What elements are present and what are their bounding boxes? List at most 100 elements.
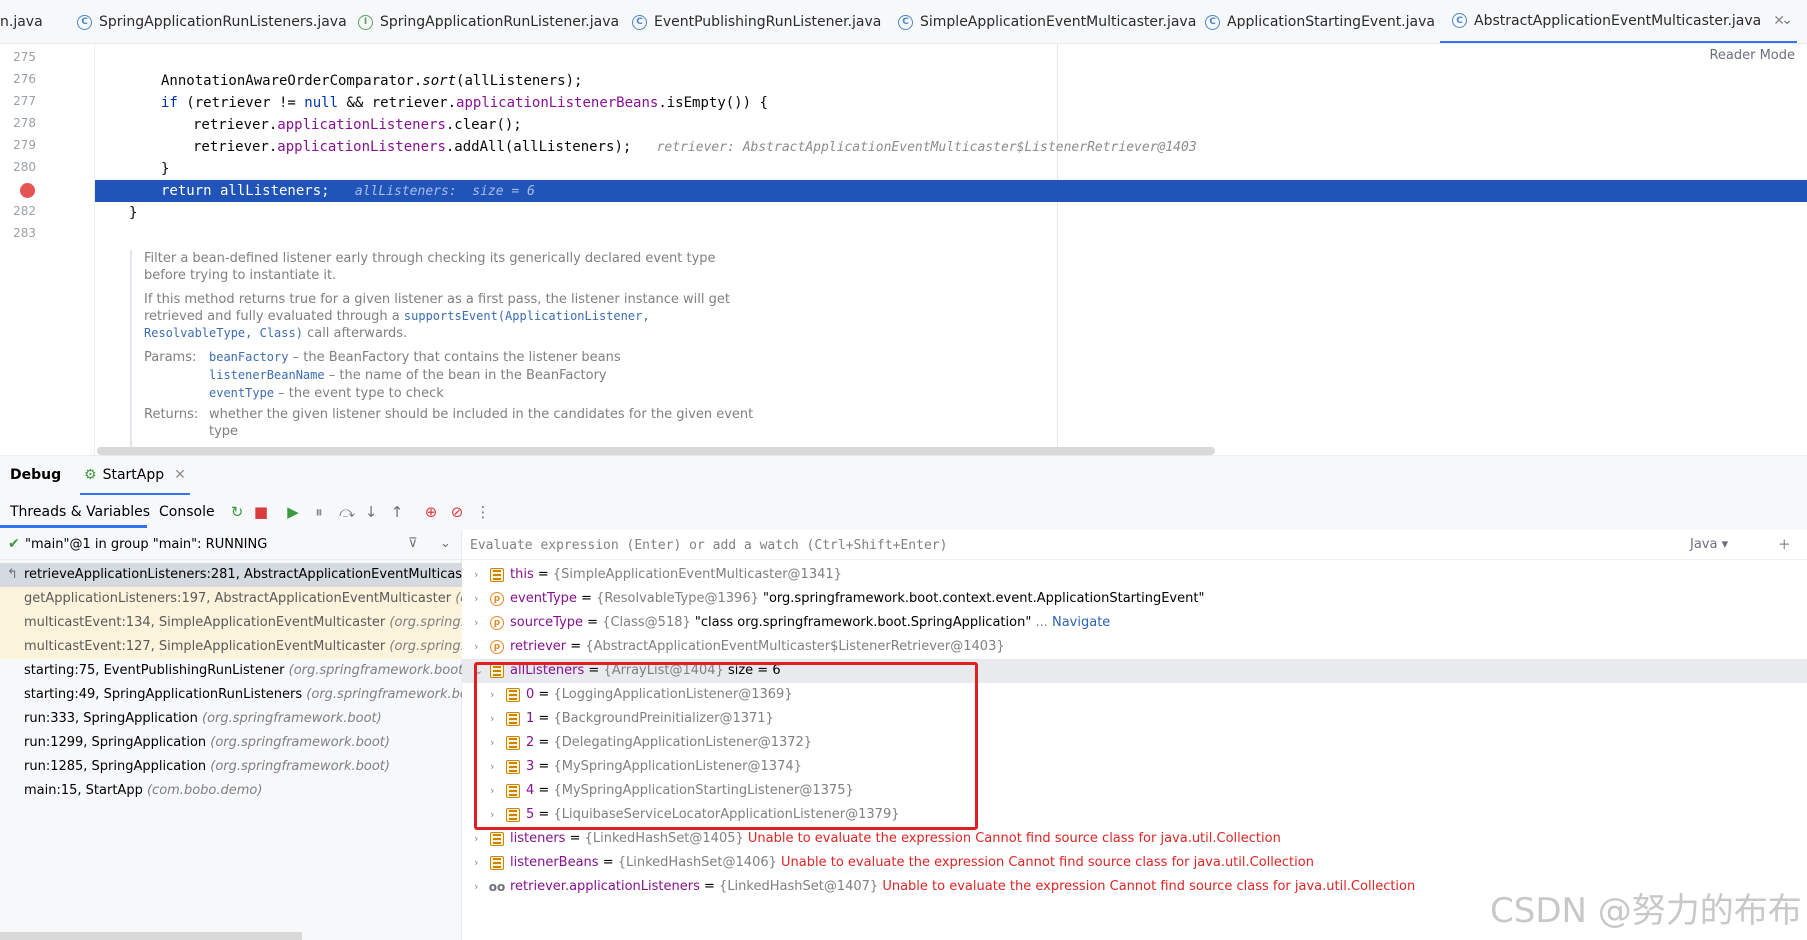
variable-row[interactable]: › 5 = {LiquibaseServiceLocatorApplication… xyxy=(462,803,1807,827)
variable-row[interactable]: › listeners = {LinkedHashSet@1405} Unable… xyxy=(462,827,1807,851)
parameter-icon: p xyxy=(490,616,504,630)
tab-simple-application-event-multicaster[interactable]: C SimpleApplicationEventMulticaster.java xyxy=(898,0,1196,43)
chevron-right-icon[interactable]: › xyxy=(490,755,494,779)
variable-row[interactable]: › 1 = {BackgroundPreinitializer@1371} xyxy=(462,707,1807,731)
chevron-right-icon[interactable]: › xyxy=(490,803,494,827)
thread-selector[interactable]: ✔ "main"@1 in group "main": RUNNING ⊽ ⌄ xyxy=(0,530,462,560)
reader-mode-button[interactable]: Reader Mode xyxy=(1709,48,1795,63)
variable-ref: {LinkedHashSet@1407} xyxy=(719,879,879,894)
frame-package: (org xyxy=(455,591,462,606)
filter-icon[interactable]: ⊽ xyxy=(408,536,418,551)
breakpoint-icon[interactable] xyxy=(20,183,35,198)
step-over-icon[interactable]: ⤼ xyxy=(338,503,356,521)
stop-icon[interactable]: ■ xyxy=(252,503,270,521)
stack-frame[interactable]: starting:75, EventPublishingRunListener … xyxy=(0,659,462,683)
variable-row[interactable]: › this = {SimpleApplicationEventMulticast… xyxy=(462,563,1807,587)
tab-event-publishing-run-listener[interactable]: C EventPublishingRunListener.java xyxy=(632,0,881,43)
stack-frame[interactable]: multicastEvent:127, SimpleApplicationEve… xyxy=(0,635,462,659)
variable-value: size = 6 xyxy=(723,663,781,678)
chevron-right-icon[interactable]: › xyxy=(474,563,478,587)
variable-ref: {DelegatingApplicationListener@1372} xyxy=(553,735,813,750)
more-options-icon[interactable]: ⋮ xyxy=(474,503,492,521)
chevron-down-icon[interactable]: ⌄ xyxy=(440,536,451,551)
stack-frame[interactable]: run:1285, SpringApplication (org.springf… xyxy=(0,755,462,779)
code-line-279: retriever.applicationListeners.addAll(al… xyxy=(193,136,1197,158)
doc-paragraph: Filter a bean-defined listener early thr… xyxy=(144,251,716,283)
resume-icon[interactable]: ▶ xyxy=(284,503,302,521)
horizontal-scrollbar[interactable] xyxy=(97,447,1215,455)
class-icon: C xyxy=(77,14,92,30)
chevron-right-icon[interactable]: › xyxy=(474,827,478,851)
view-breakpoints-icon[interactable]: ⊕ xyxy=(422,503,440,521)
code-token: applicationListeners xyxy=(277,117,446,133)
variable-row[interactable]: › 0 = {LoggingApplicationListener@1369} xyxy=(462,683,1807,707)
stack-frame[interactable]: starting:49, SpringApplicationRunListene… xyxy=(0,683,462,707)
step-into-icon[interactable]: ↓ xyxy=(362,503,380,521)
chevron-right-icon[interactable]: › xyxy=(490,779,494,803)
evaluate-expression-input[interactable] xyxy=(470,534,1650,556)
stack-frame[interactable]: ↰ retrieveApplicationListeners:281, Abstr… xyxy=(0,563,462,587)
variable-row[interactable]: › p sourceType = {Class@518} "class org.sp… xyxy=(462,611,1807,635)
tab-console[interactable]: Console xyxy=(159,504,215,520)
language-dropdown[interactable]: Java ▾ xyxy=(1690,537,1728,552)
code-editor[interactable]: 275 276 277 278 279 280 282 283 Reader M… xyxy=(0,44,1807,455)
stack-frame[interactable]: main:15, StartApp (com.bobo.demo) xyxy=(0,779,462,803)
tab-abstract-application-event-multicaster[interactable]: C AbstractApplicationEventMulticaster.ja… xyxy=(1440,0,1797,43)
variable-row[interactable]: › 4 = {MySpringApplicationStartingListene… xyxy=(462,779,1807,803)
navigate-link[interactable]: Navigate xyxy=(1052,615,1110,630)
stack-frame[interactable]: run:333, SpringApplication (org.springfr… xyxy=(0,707,462,731)
line-number-gutter[interactable]: 275 276 277 278 279 280 282 283 xyxy=(0,44,95,455)
tab-spring-application-run-listener[interactable]: I SpringApplicationRunListener.java xyxy=(358,0,620,43)
variable-row[interactable]: ⌄ allListeners = {ArrayList@1404} size = … xyxy=(462,659,1807,683)
variable-row[interactable]: › p retriever = {AbstractApplicationEventM… xyxy=(462,635,1807,659)
code-token: retriever. xyxy=(193,117,278,133)
chevron-right-icon[interactable]: › xyxy=(490,683,494,707)
chevron-right-icon[interactable]: › xyxy=(490,731,494,755)
field-icon xyxy=(490,832,504,846)
rerun-icon[interactable]: ↻ xyxy=(228,503,246,521)
code-token: applicationListeners xyxy=(277,139,446,155)
variable-row[interactable]: › 2 = {DelegatingApplicationListener@1372… xyxy=(462,731,1807,755)
variable-row[interactable]: › 3 = {MySpringApplicationListener@1374} xyxy=(462,755,1807,779)
doc-returns-row: Returns: whether the given listener shou… xyxy=(144,406,1060,440)
chevron-down-icon[interactable]: ⌄ xyxy=(474,659,483,683)
code-line-280: } xyxy=(161,161,170,177)
chevron-right-icon[interactable]: › xyxy=(474,611,478,635)
debug-title: Debug xyxy=(10,467,62,483)
field-icon xyxy=(506,784,520,798)
stack-frame[interactable]: run:1299, SpringApplication (org.springf… xyxy=(0,731,462,755)
tab-label: SpringApplicationRunListener.java xyxy=(380,14,620,30)
variable-text: listeners = {LinkedHashSet@1405} Unable … xyxy=(510,827,1281,851)
step-out-icon[interactable]: ↑ xyxy=(388,503,406,521)
horizontal-scrollbar[interactable] xyxy=(0,932,302,940)
stack-frame[interactable]: multicastEvent:134, SimpleApplicationEve… xyxy=(0,611,462,635)
variable-row[interactable]: › listenerBeans = {LinkedHashSet@1406} Un… xyxy=(462,851,1807,875)
close-icon[interactable]: ✕ xyxy=(174,467,186,483)
frames-panel: ✔ "main"@1 in group "main": RUNNING ⊽ ⌄ … xyxy=(0,530,462,940)
chevron-down-icon[interactable]: ⌄ xyxy=(1781,12,1793,28)
tab-threads-variables[interactable]: Threads & Variables xyxy=(10,504,150,520)
run-config-tab[interactable]: ⚙ StartApp ✕ xyxy=(80,456,190,496)
chevron-right-icon[interactable]: › xyxy=(474,635,478,659)
equals-sign: = xyxy=(534,759,554,774)
interface-icon: I xyxy=(358,14,373,30)
tab-spring-application-run-listeners[interactable]: C SpringApplicationRunListeners.java xyxy=(77,0,347,43)
chevron-right-icon[interactable]: › xyxy=(474,587,478,611)
tab-application-starting-event[interactable]: C ApplicationStartingEvent.java xyxy=(1205,0,1435,43)
doc-param-row: listenerBeanName – the name of the bean … xyxy=(144,367,1060,384)
frame-method: run:333, SpringApplication xyxy=(24,711,203,726)
equals-sign: = xyxy=(576,591,597,606)
mute-breakpoints-icon[interactable]: ⊘ xyxy=(448,503,466,521)
pause-icon[interactable]: ⏸ xyxy=(310,503,328,521)
chevron-right-icon[interactable]: › xyxy=(474,875,478,899)
code-token: applicationListenerBeans xyxy=(456,95,659,111)
equals-sign: = xyxy=(565,831,585,846)
chevron-right-icon[interactable]: › xyxy=(490,707,494,731)
variable-ref: {SimpleApplicationEventMulticaster@1341} xyxy=(552,567,842,582)
variable-row[interactable]: › p eventType = {ResolvableType@1396} "org… xyxy=(462,587,1807,611)
stack-frame[interactable]: getApplicationListeners:197, AbstractApp… xyxy=(0,587,462,611)
tab-n-java[interactable]: n.java xyxy=(0,0,43,43)
check-icon: ✔ xyxy=(8,536,20,552)
chevron-right-icon[interactable]: › xyxy=(474,851,478,875)
add-watch-icon[interactable]: + xyxy=(1778,535,1791,553)
